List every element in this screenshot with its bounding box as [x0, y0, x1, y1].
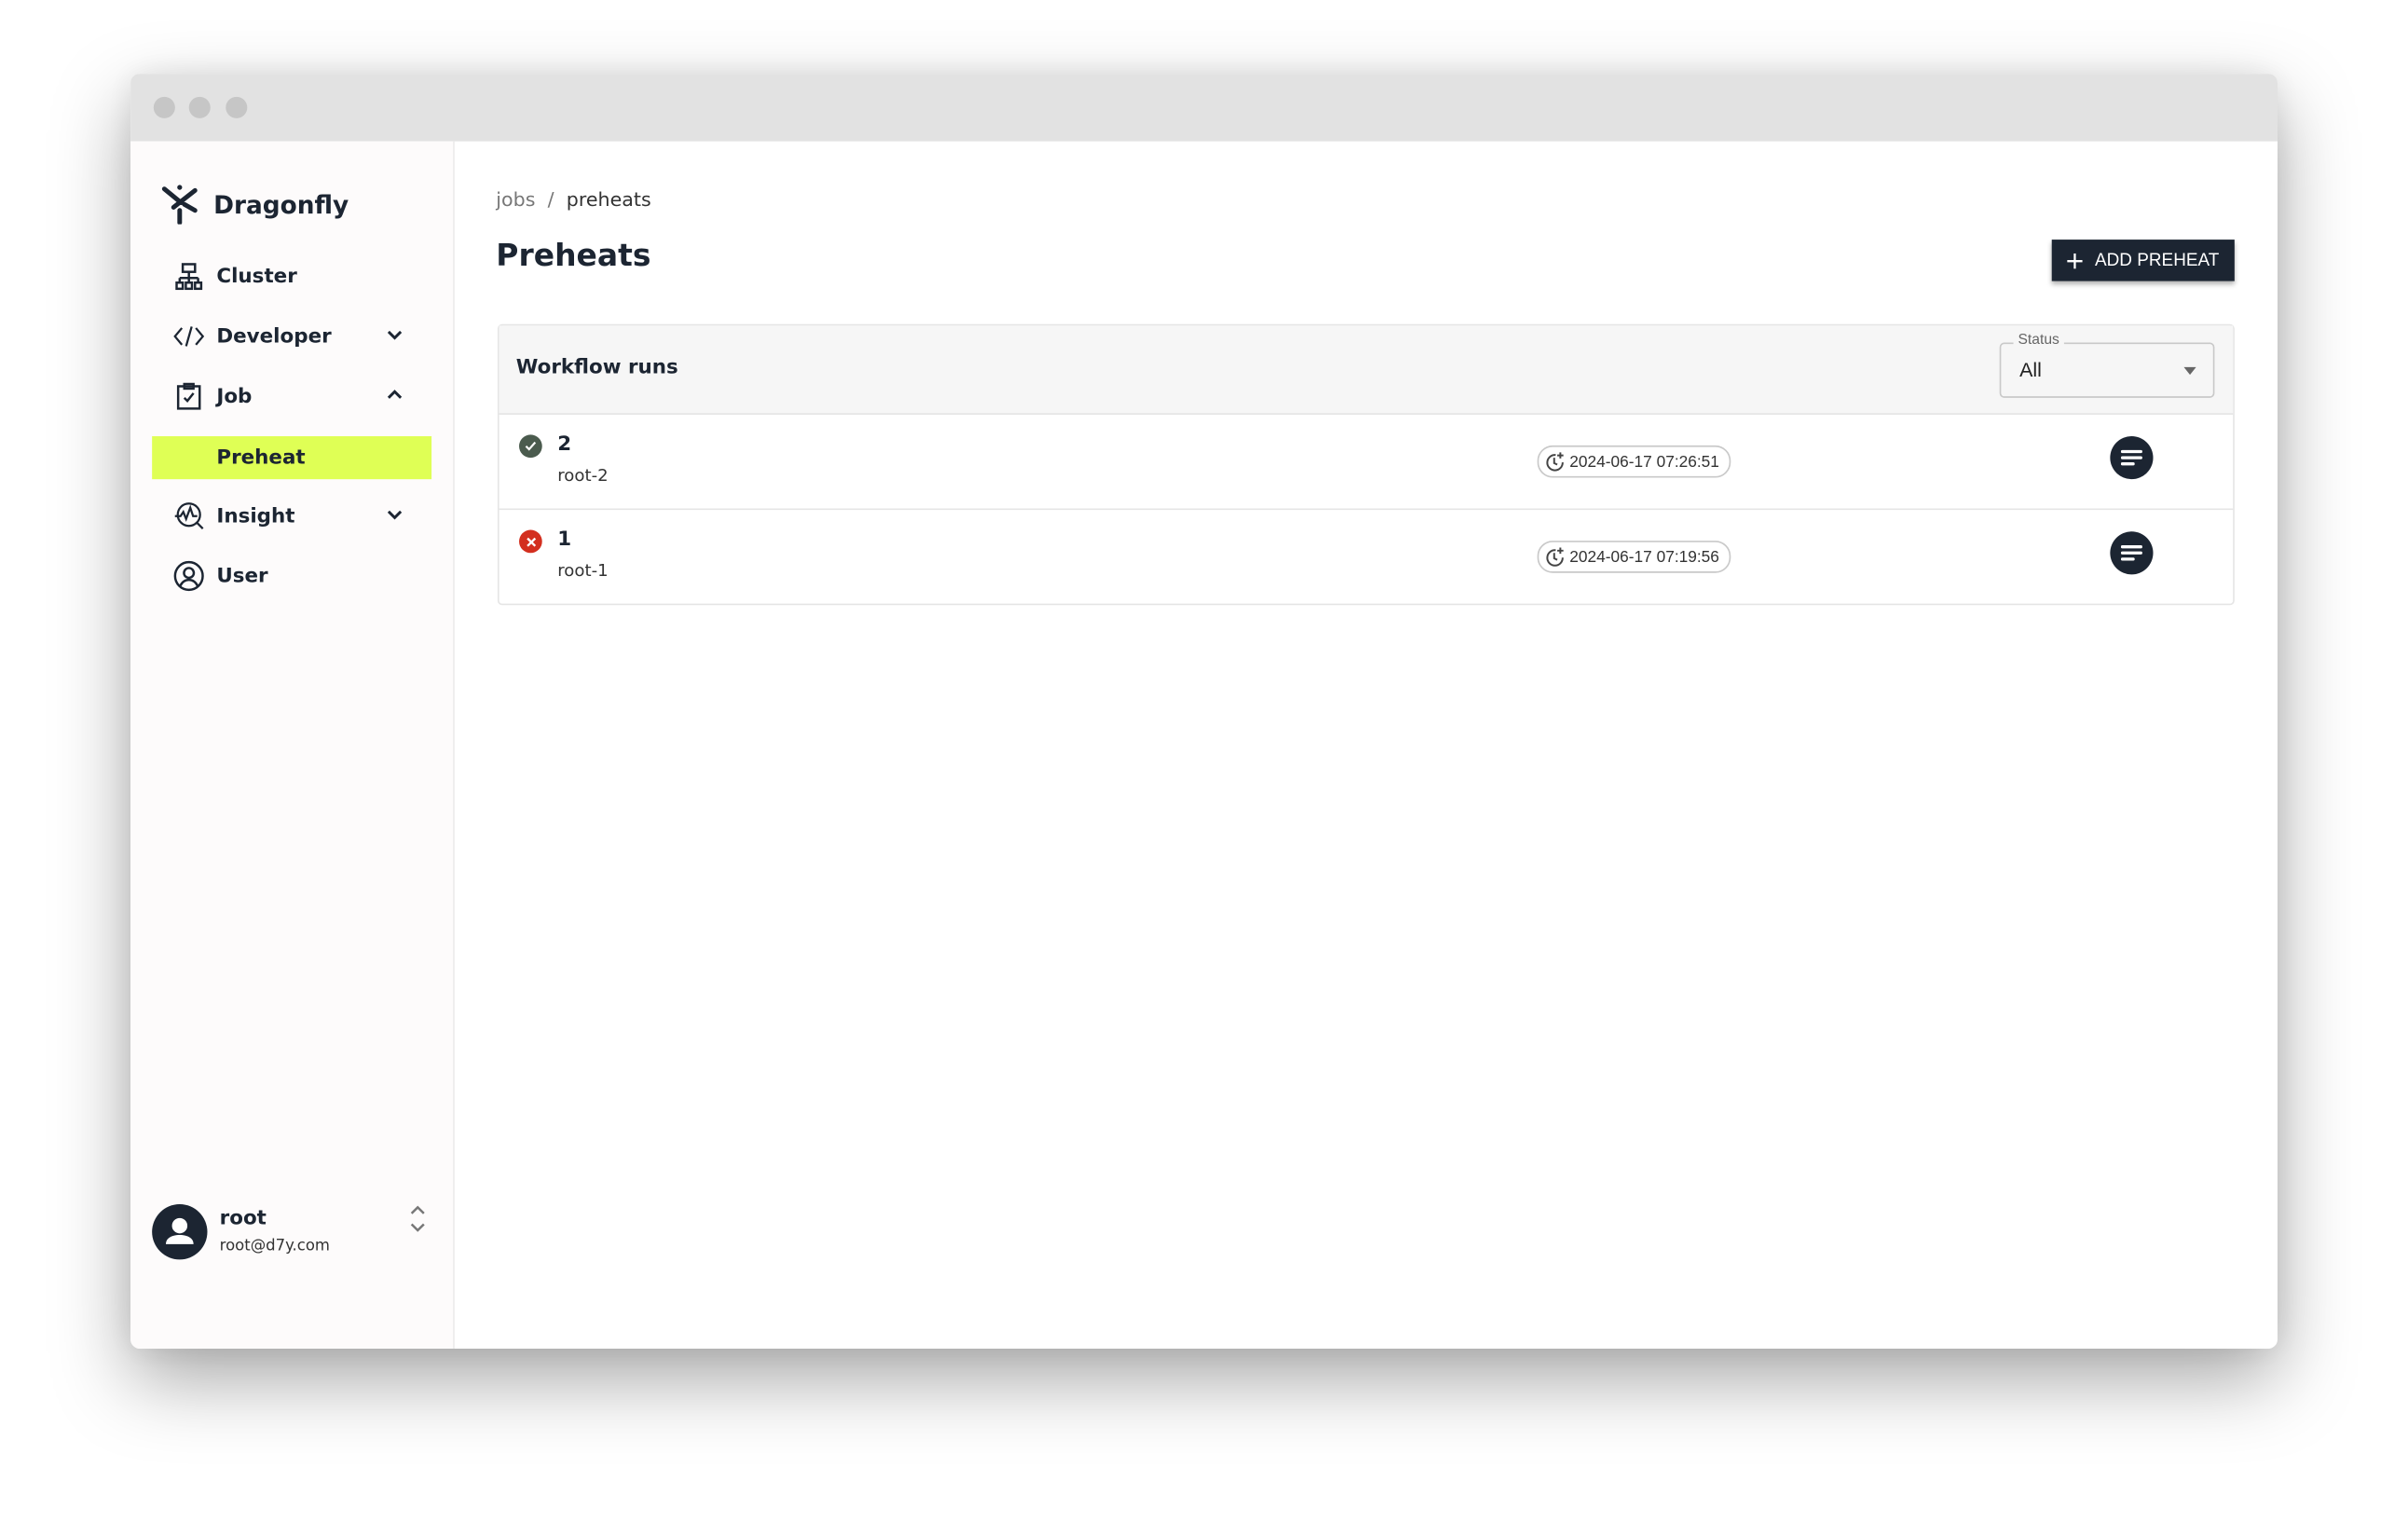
page-title: Preheats — [496, 236, 651, 274]
plus-icon — [2067, 253, 2083, 268]
list-icon — [2120, 449, 2142, 466]
window-minimize-dot[interactable] — [188, 96, 211, 118]
created-at: 2024-06-17 07:19:56 — [1569, 547, 1719, 567]
sidebar-item-insight[interactable]: Insight — [152, 495, 431, 538]
brand-logo[interactable]: Dragonfly — [161, 185, 349, 225]
run-id[interactable]: 1 — [557, 528, 571, 552]
chevron-down-icon[interactable] — [386, 325, 404, 344]
sidebar-item-label: Preheat — [216, 446, 306, 470]
chevron-down-icon[interactable] — [386, 505, 404, 524]
unfold-icon[interactable] — [410, 1204, 425, 1235]
breadcrumb-preheats: preheats — [566, 187, 651, 211]
sidebar-item-job[interactable]: Job — [152, 375, 431, 418]
title-bar — [130, 74, 2278, 142]
run-name: root-2 — [557, 465, 609, 486]
chevron-up-icon[interactable] — [386, 386, 404, 405]
add-preheat-label: ADD PREHEAT — [2094, 251, 2220, 270]
user-email: root@d7y.com — [219, 1238, 330, 1255]
dragonfly-logo-icon — [161, 185, 198, 225]
run-id[interactable]: 2 — [557, 433, 571, 457]
main-content: jobs / preheats Preheats ADD PREHEAT Workf… — [455, 142, 2278, 1349]
user-menu[interactable]: root root@d7y.com — [152, 1204, 431, 1266]
sidebar-item-label: Job — [216, 384, 253, 408]
app-window: Dragonfly Cluster Developer Job Preheat … — [130, 74, 2278, 1349]
brand-name: Dragonfly — [213, 189, 349, 219]
table-row: 1 root-1 2024-06-17 07:19:56 — [499, 510, 2234, 604]
success-icon — [519, 434, 542, 459]
code-icon — [173, 326, 205, 347]
clock-plus-icon — [1546, 452, 1564, 472]
created-at-chip: 2024-06-17 07:26:51 — [1537, 445, 1731, 478]
breadcrumb-jobs[interactable]: jobs — [496, 187, 535, 211]
window-close-dot[interactable] — [153, 96, 175, 118]
add-preheat-button[interactable]: ADD PREHEAT — [2051, 240, 2235, 281]
card-header: Workflow runs Status All — [499, 325, 2234, 415]
sidebar-item-label: User — [216, 564, 268, 588]
card-title: Workflow runs — [515, 356, 678, 380]
avatar — [152, 1204, 208, 1260]
run-name: root-1 — [557, 560, 609, 581]
view-details-button[interactable] — [2110, 436, 2154, 480]
clipboard-check-icon — [176, 382, 201, 410]
insight-icon — [174, 502, 204, 530]
sidebar-item-developer[interactable]: Developer — [152, 315, 431, 358]
failure-icon — [519, 529, 542, 554]
status-filter-value: All — [2019, 357, 2042, 381]
dropdown-arrow-icon — [2183, 366, 2196, 376]
sidebar: Dragonfly Cluster Developer Job Preheat … — [130, 141, 455, 1349]
window-maximize-dot[interactable] — [226, 96, 248, 118]
sidebar-item-cluster[interactable]: Cluster — [152, 255, 431, 298]
status-filter-select[interactable]: Status All — [1999, 331, 2215, 398]
sidebar-item-label: Insight — [216, 504, 295, 528]
sidebar-item-preheat[interactable]: Preheat — [152, 436, 432, 480]
view-details-button[interactable] — [2110, 531, 2154, 575]
sidebar-item-label: Developer — [216, 324, 332, 349]
user-name: root — [219, 1207, 267, 1231]
created-at-chip: 2024-06-17 07:19:56 — [1537, 541, 1731, 573]
sidebar-item-user[interactable]: User — [152, 555, 431, 597]
breadcrumb-separator: / — [547, 187, 554, 211]
list-icon — [2120, 545, 2142, 561]
created-at: 2024-06-17 07:26:51 — [1569, 452, 1719, 472]
breadcrumb: jobs / preheats — [496, 187, 650, 211]
user-circle-icon — [173, 560, 204, 592]
status-filter-label: Status — [2013, 331, 2064, 350]
person-icon — [165, 1217, 194, 1244]
workflow-runs-card: Workflow runs Status All 2 root-2 2024-0… — [497, 323, 2235, 606]
clock-plus-icon — [1546, 547, 1564, 567]
table-row: 2 root-2 2024-06-17 07:26:51 — [499, 415, 2234, 511]
sidebar-item-label: Cluster — [216, 265, 297, 288]
cluster-icon — [175, 263, 203, 291]
